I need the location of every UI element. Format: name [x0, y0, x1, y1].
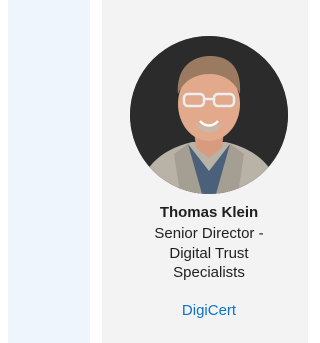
- speaker-page: Thomas Klein Senior Director - Digital T…: [0, 0, 308, 343]
- speaker-photo-icon: [130, 36, 288, 194]
- company-link[interactable]: DigiCert: [102, 301, 316, 321]
- speaker-title: Senior Director - Digital Trust Speciali…: [102, 224, 316, 283]
- speaker-title-line: Senior Director -: [154, 225, 264, 242]
- left-panel: [8, 0, 90, 343]
- speaker-card: Thomas Klein Senior Director - Digital T…: [102, 0, 308, 343]
- speaker-avatar: [130, 36, 288, 194]
- speaker-name: Thomas Klein: [159, 204, 259, 221]
- panel-divider: [90, 0, 102, 343]
- speaker-title-line: Digital Trust: [169, 244, 249, 262]
- speaker-title-line: Specialists: [173, 264, 245, 281]
